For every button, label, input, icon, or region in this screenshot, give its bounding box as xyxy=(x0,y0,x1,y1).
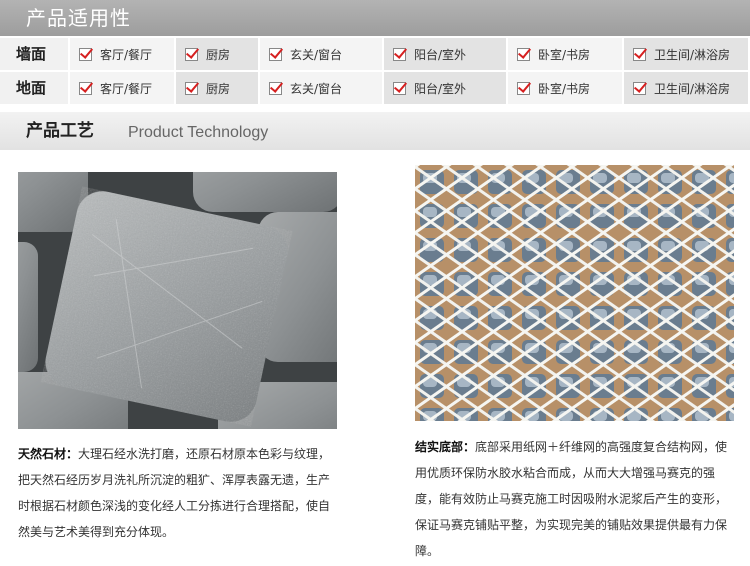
floor-item-label: 厨房 xyxy=(206,81,231,96)
floor-item-balcony[interactable]: 阳台/室外 xyxy=(384,72,506,104)
check-icon[interactable] xyxy=(185,81,198,95)
sturdy-base-description: 结实底部：底部采用纸网＋纤维网的高强度复合结构网，使用优质环保防水胶水粘合而成，… xyxy=(415,434,735,564)
wall-item-bedroom[interactable]: 卧室/书房 xyxy=(508,38,622,70)
floor-item-living[interactable]: 客厅/餐厅 xyxy=(70,72,174,104)
sturdy-base-title: 结实底部： xyxy=(415,440,476,454)
check-icon[interactable] xyxy=(633,47,646,61)
floor-row: 地面 客厅/餐厅 厨房 玄关/窗台 阳台/室外 卧室/书房 卫生间/淋浴房 xyxy=(0,72,750,104)
floor-item-label: 卫生间/淋浴房 xyxy=(654,81,731,96)
mesh-back-photo xyxy=(415,165,734,421)
row-label-floor: 地面 xyxy=(0,72,68,104)
wall-item-label: 卧室/书房 xyxy=(538,47,591,62)
check-icon[interactable] xyxy=(393,81,406,95)
check-icon[interactable] xyxy=(517,81,530,95)
craft-subtitle: Product Technology xyxy=(128,124,269,141)
wall-item-label: 客厅/餐厅 xyxy=(100,47,153,62)
applicable-grid: 墙面 客厅/餐厅 厨房 玄关/窗台 阳台/室外 卧室/书房 卫生间/淋浴房 地面… xyxy=(0,38,750,106)
wall-item-bathroom[interactable]: 卫生间/淋浴房 xyxy=(624,38,748,70)
marble-tile-image xyxy=(18,172,337,429)
floor-item-entrance[interactable]: 玄关/窗台 xyxy=(260,72,382,104)
check-icon[interactable] xyxy=(517,47,530,61)
natural-stone-title: 天然石材： xyxy=(18,447,79,461)
craft-title: 产品工艺 xyxy=(26,121,94,141)
wall-item-label: 卫生间/淋浴房 xyxy=(654,47,731,62)
wall-item-label: 阳台/室外 xyxy=(414,47,467,62)
wall-item-living[interactable]: 客厅/餐厅 xyxy=(70,38,174,70)
floor-item-bathroom[interactable]: 卫生间/淋浴房 xyxy=(624,72,748,104)
wall-item-entrance[interactable]: 玄关/窗台 xyxy=(260,38,382,70)
check-icon[interactable] xyxy=(185,47,198,61)
check-icon[interactable] xyxy=(269,47,282,61)
marble-tile-photo xyxy=(18,172,337,429)
wall-item-label: 玄关/窗台 xyxy=(290,47,343,62)
natural-stone-description: 天然石材：大理石经水洗打磨，还原石材原本色彩与纹理，把天然石经历岁月洗礼所沉淀的… xyxy=(18,441,340,545)
wall-item-label: 厨房 xyxy=(206,47,231,62)
check-icon[interactable] xyxy=(633,81,646,95)
wall-item-balcony[interactable]: 阳台/室外 xyxy=(384,38,506,70)
floor-item-kitchen[interactable]: 厨房 xyxy=(176,72,258,104)
check-icon[interactable] xyxy=(393,47,406,61)
sturdy-base-text: 底部采用纸网＋纤维网的高强度复合结构网，使用优质环保防水胶水粘合而成，从而大大增… xyxy=(415,440,728,558)
check-icon[interactable] xyxy=(269,81,282,95)
floor-item-label: 客厅/餐厅 xyxy=(100,81,153,96)
floor-item-label: 玄关/窗台 xyxy=(290,81,343,96)
floor-item-label: 卧室/书房 xyxy=(538,81,591,96)
check-icon[interactable] xyxy=(79,81,92,95)
applicable-title: 产品适用性 xyxy=(26,6,131,30)
check-icon[interactable] xyxy=(79,47,92,61)
floor-item-label: 阳台/室外 xyxy=(414,81,467,96)
floor-item-bedroom[interactable]: 卧室/书房 xyxy=(508,72,622,104)
applicable-banner: 产品适用性 xyxy=(0,0,750,36)
craft-banner: 产品工艺 Product Technology xyxy=(0,112,750,150)
wall-row: 墙面 客厅/餐厅 厨房 玄关/窗台 阳台/室外 卧室/书房 卫生间/淋浴房 xyxy=(0,38,750,70)
wall-item-kitchen[interactable]: 厨房 xyxy=(176,38,258,70)
row-label-wall: 墙面 xyxy=(0,38,68,70)
mesh-back-image xyxy=(415,165,734,421)
